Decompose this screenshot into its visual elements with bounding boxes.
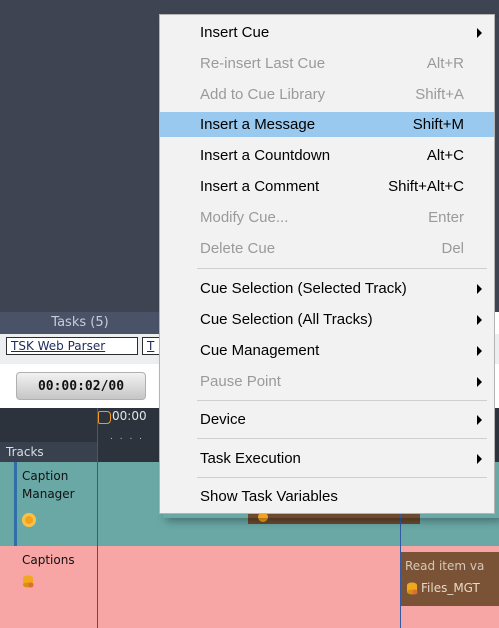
menu-item-label: Cue Selection (All Tracks) — [200, 311, 373, 328]
database-icon — [407, 582, 418, 595]
submenu-arrow-icon — [477, 284, 482, 294]
ruler-ticks: . . . . — [110, 432, 145, 442]
track-label-captions: Captions — [22, 553, 75, 567]
menu-item-insert-countdown[interactable]: Insert a Countdown Alt+C — [160, 143, 494, 168]
menu-item-shortcut: Alt+R — [426, 55, 464, 72]
submenu-arrow-icon — [477, 415, 482, 425]
menu-item-insert-message[interactable]: Insert a Message Shift+M — [160, 112, 494, 137]
submenu-arrow-icon — [477, 346, 482, 356]
submenu-arrow-icon — [477, 454, 482, 464]
track-label-caption-manager: Caption Manager — [22, 469, 75, 501]
menu-item-insert-cue[interactable]: Insert Cue — [160, 20, 494, 45]
menu-item-shortcut: Shift+M — [412, 116, 464, 133]
menu-item-shortcut: Enter — [428, 209, 464, 226]
menu-separator — [197, 438, 487, 439]
menu-item-label: Pause Point — [200, 373, 281, 390]
menu-separator — [197, 268, 487, 269]
menu-item-label: Insert a Countdown — [200, 147, 331, 164]
menu-item-task-execution[interactable]: Task Execution — [160, 446, 494, 471]
menu-item-insert-comment[interactable]: Insert a Comment Shift+Alt+C — [160, 174, 494, 199]
menu-item-label: Delete Cue — [200, 240, 276, 257]
menu-item-label: Re-insert Last Cue — [200, 55, 326, 72]
menu-item-label: Task Execution — [200, 450, 301, 467]
submenu-arrow-icon — [477, 377, 482, 387]
timecode-display: 00:00:02/00 — [16, 372, 146, 400]
cue-files-label: Files_MGT — [421, 581, 480, 595]
menu-item-label: Insert a Message — [200, 116, 316, 133]
menu-item-delete-cue[interactable]: Delete Cue Del — [160, 236, 494, 261]
submenu-arrow-icon — [477, 28, 482, 38]
tracks-header: Tracks — [0, 442, 98, 462]
menu-item-shortcut: Shift+Alt+C — [388, 178, 464, 195]
gear-icon — [22, 513, 36, 527]
menu-item-modify-cue[interactable]: Modify Cue... Enter — [160, 205, 494, 230]
menu-item-shortcut: Shift+A — [415, 86, 464, 103]
cue-read-item-label: Read item va — [405, 559, 485, 573]
menu-item-add-to-cue-library[interactable]: Add to Cue Library Shift+A — [160, 82, 494, 107]
menu-item-label: Insert a Comment — [200, 178, 320, 195]
task-tag-web-parser[interactable]: TSK Web Parser — [6, 337, 138, 355]
menu-separator — [197, 400, 487, 401]
menu-item-label: Cue Management — [200, 342, 320, 359]
menu-item-label: Device — [200, 411, 246, 428]
menu-item-device[interactable]: Device — [160, 407, 494, 432]
menu-item-reinsert-last-cue[interactable]: Re-insert Last Cue Alt+R — [160, 51, 494, 76]
menu-item-show-task-variables[interactable]: Show Task Variables — [160, 484, 494, 509]
database-icon — [23, 575, 34, 588]
menu-item-cue-management[interactable]: Cue Management — [160, 338, 494, 363]
submenu-arrow-icon — [477, 315, 482, 325]
menu-item-label: Show Task Variables — [200, 488, 338, 505]
menu-item-cue-selection-all-tracks[interactable]: Cue Selection (All Tracks) — [160, 307, 494, 332]
menu-separator — [197, 477, 487, 478]
menu-item-label: Modify Cue... — [200, 209, 289, 226]
timeline-divider — [97, 408, 98, 628]
menu-item-cue-selection-selected-track[interactable]: Cue Selection (Selected Track) — [160, 276, 494, 301]
menu-item-label: Cue Selection (Selected Track) — [200, 280, 407, 297]
playhead-marker-icon[interactable] — [98, 411, 111, 424]
menu-item-shortcut: Alt+C — [426, 147, 464, 164]
track-selection-bar — [14, 462, 17, 546]
menu-item-label: Insert Cue — [200, 24, 270, 41]
menu-item-pause-point[interactable]: Pause Point — [160, 369, 494, 394]
menu-item-shortcut: Del — [441, 240, 464, 257]
ruler-time-label: 00:00 — [112, 409, 147, 423]
tasks-panel-header[interactable]: Tasks (5) — [0, 312, 160, 334]
menu-item-label: Add to Cue Library — [200, 86, 326, 103]
task-tag-partial[interactable]: T — [142, 337, 160, 355]
